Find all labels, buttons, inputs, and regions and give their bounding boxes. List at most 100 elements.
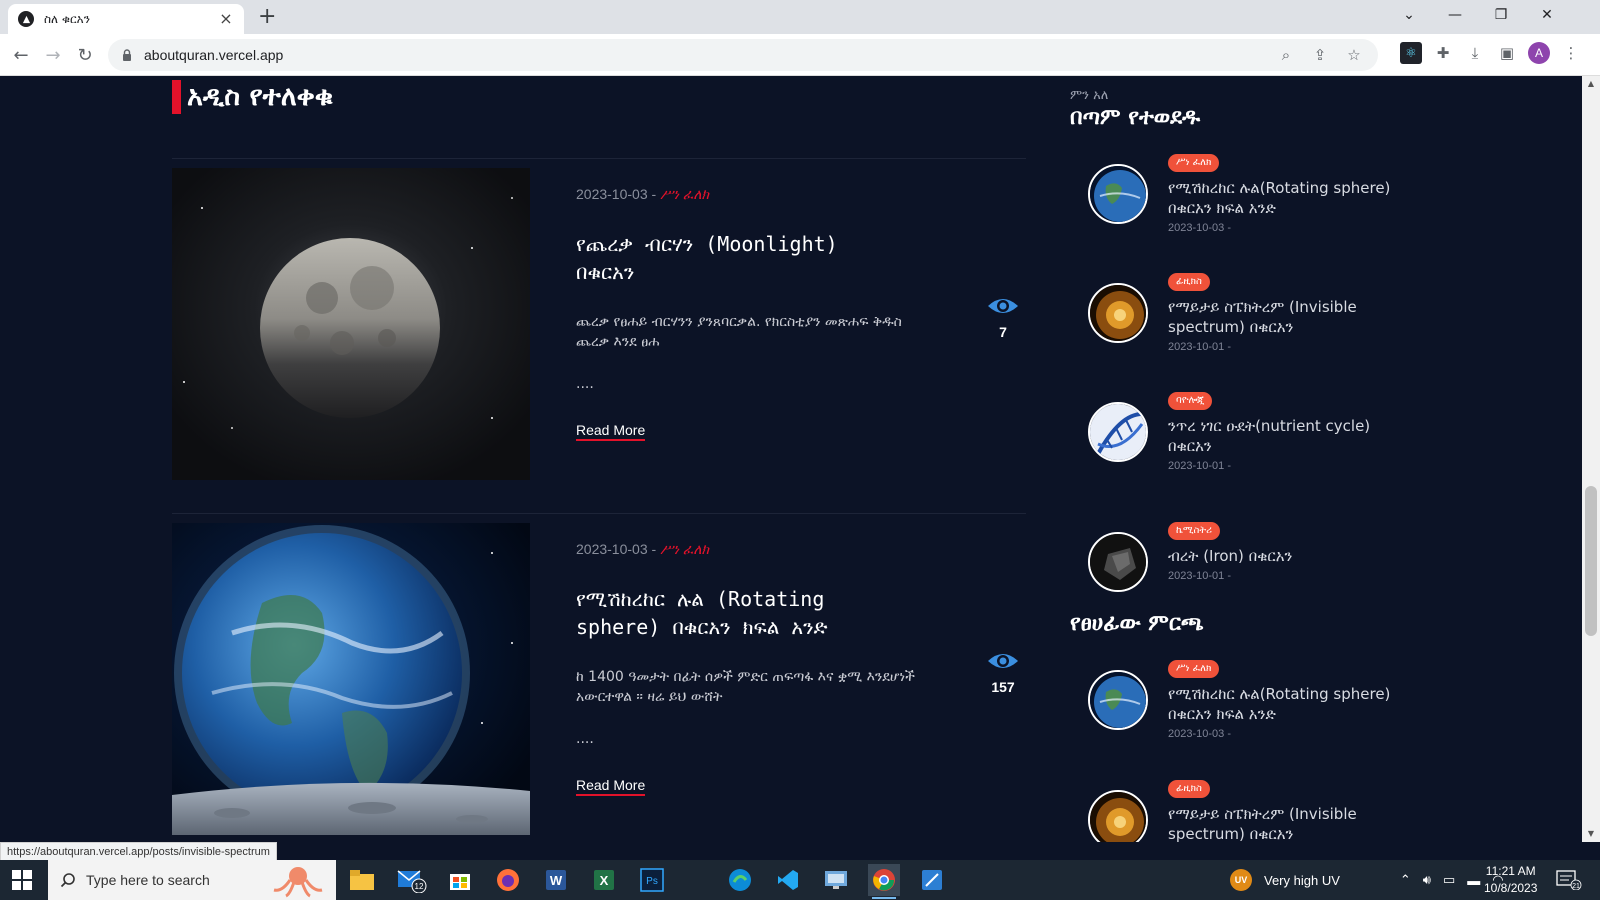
post-title[interactable]: የሚሽከረከር ሉል (Rotating sphere) በቁርአን ክፍል አ… (576, 585, 896, 641)
taskbar-clock[interactable]: 11:21 AM 10/8/2023 (1484, 863, 1537, 897)
sidebar-post-item[interactable]: ባዮሎጂ ንጥረ ነገር ዑደት(nutrient cycle) በቁርአን 2… (1088, 392, 1418, 476)
volume-icon[interactable]: 🔊︎ (1423, 872, 1431, 888)
clock-date: 10/8/2023 (1484, 881, 1538, 895)
category-badge[interactable]: ኬሚስትሪ (1168, 522, 1221, 540)
sidebar-post-item[interactable]: ሥነ ፈለክ የሚሽከረከር ሉል(Rotating sphere) በቁርአን… (1088, 154, 1418, 238)
post-category-link[interactable]: ሥነ ፈለክ (660, 186, 709, 202)
browser-toolbar: ← → ↻ aboutquran.vercel.app ⌕ ⇪ ☆ ⚛ ✚ ⤓ … (0, 34, 1600, 76)
sidebar-post-title[interactable]: የሚሽከረከር ሉል(Rotating sphere) በቁርአን ክፍል አን… (1168, 684, 1416, 724)
sidebar-post-date: 2023-10-03 - (1168, 222, 1231, 234)
post-excerpt: ጨረቃ የፀሐይ ብርሃንን ያንጸባርቃል. የክርስቲያን መጽሐፍ ቅዱስ… (576, 314, 902, 350)
firefox-icon[interactable] (492, 864, 524, 896)
post-date: 2023-10-03 (576, 541, 648, 557)
view-count-number: 157 (991, 679, 1015, 695)
extensions-puzzle-icon[interactable]: ✚ (1432, 42, 1454, 64)
scroll-down-arrow-icon[interactable]: ▼ (1582, 826, 1600, 842)
lock-icon (123, 49, 131, 61)
post-meta: 2023-10-03 - ሥነ ፈለክ (576, 541, 710, 557)
category-badge[interactable]: ባዮሎጂ (1168, 392, 1213, 410)
sidebar-post-item[interactable]: ሥነ ፈለክ የሚሽከረከር ሉል(Rotating sphere) በቁርአን… (1088, 660, 1418, 744)
divider (172, 158, 1026, 159)
search-icon (60, 873, 75, 888)
eye-icon (988, 299, 1018, 313)
snip-tool-icon[interactable] (916, 864, 948, 896)
category-badge[interactable]: ሥነ ፈለክ (1168, 660, 1220, 678)
windows-start-icon[interactable] (12, 870, 32, 890)
view-count: 157 (986, 651, 1020, 695)
download-icon[interactable]: ⤓ (1464, 42, 1486, 64)
tab-title: ስለ ቁርአን (44, 11, 91, 26)
post-category-link[interactable]: ሥነ ፈለክ (660, 541, 709, 557)
url-text: aboutquran.vercel.app (144, 47, 284, 63)
taskbar-search[interactable]: Type here to search (48, 860, 336, 900)
react-devtools-icon[interactable]: ⚛ (1400, 42, 1422, 64)
post-card: 2023-10-03 - ሥነ ፈለክ የጨረቃ ብርሃን (Moonlight… (172, 168, 1026, 480)
sidebar-post-item[interactable]: ኬሚስትሪ ብረት (Iron) በቁርአን 2023-10-01 - (1088, 522, 1418, 606)
eye-icon (988, 654, 1018, 668)
sidebar-post-date: 2023-10-03 - (1168, 728, 1231, 740)
edge-icon[interactable] (724, 864, 756, 896)
menu-kebab-icon[interactable]: ⋮ (1560, 42, 1582, 64)
windows-taskbar: Type here to search 12 W X Ps UV Very hi… (0, 860, 1600, 900)
browser-tab[interactable]: ስለ ቁርአን × (8, 4, 244, 34)
post-card: 2023-10-03 - ሥነ ፈለክ የሚሽከረከር ሉል (Rotating… (172, 523, 1026, 835)
store-icon[interactable] (444, 864, 476, 896)
sidebar-thumb-gold (1088, 790, 1148, 842)
bookmark-star-icon[interactable]: ☆ (1344, 45, 1364, 65)
meet-now-icon[interactable]: ▭ (1443, 872, 1455, 888)
word-icon[interactable]: W (540, 864, 572, 896)
zoom-icon[interactable]: ⌕ (1276, 45, 1296, 65)
read-more-link[interactable]: Read More (576, 422, 646, 441)
close-window-icon[interactable]: ✕ (1524, 0, 1570, 30)
mail-icon[interactable]: 12 (396, 864, 428, 896)
post-image-moon[interactable] (172, 168, 530, 480)
battery-icon[interactable]: ▬ (1467, 873, 1480, 888)
category-badge[interactable]: ሥነ ፈለክ (1168, 154, 1220, 172)
sidebar-post-item[interactable]: ፊዚክስ የማይታይ ስፔክትረም (Invisible spectrum) በ… (1088, 780, 1418, 842)
photoshop-icon[interactable]: Ps (636, 864, 668, 896)
profile-avatar[interactable]: A (1528, 42, 1550, 64)
reload-icon[interactable]: ↻ (72, 42, 98, 68)
sidebar-post-title[interactable]: ንጥረ ነገር ዑደት(nutrient cycle) በቁርአን (1168, 416, 1416, 456)
scroll-up-arrow-icon[interactable]: ▲ (1582, 76, 1600, 92)
svg-text:21: 21 (1572, 883, 1580, 890)
vscode-icon[interactable] (772, 864, 804, 896)
post-title[interactable]: የጨረቃ ብርሃን (Moonlight) በቁርአን (576, 230, 896, 286)
sidebar-post-item[interactable]: ፊዚክስ የማይታይ ስፔክትረም (Invisible spectrum) በ… (1088, 273, 1418, 357)
weather-uv-icon[interactable]: UV (1230, 869, 1252, 891)
category-badge[interactable]: ፊዚክስ (1168, 273, 1210, 291)
sidebar-post-title[interactable]: የሚሽከረከር ሉል(Rotating sphere) በቁርአን ክፍል አን… (1168, 178, 1416, 218)
site-favicon-icon (18, 11, 34, 27)
share-icon[interactable]: ⇪ (1310, 45, 1330, 65)
sidebar-post-title[interactable]: ብረት (Iron) በቁርአን (1168, 546, 1416, 566)
tab-search-icon[interactable]: ⌄ (1386, 0, 1432, 30)
sidebar-post-title[interactable]: የማይታይ ስፔክትረም (Invisible spectrum) በቁርአን (1168, 297, 1416, 337)
sidebar-post-title[interactable]: የማይታይ ስፔክትረም (Invisible spectrum) በቁርአን (1168, 804, 1416, 842)
tab-close-icon[interactable]: × (218, 11, 234, 27)
side-panel-icon[interactable]: ▣ (1496, 42, 1518, 64)
page-content: አዲስ የተለቀቁ 2023-10-03 - ሥነ ፈለክ የጨረቃ ብርሃን … (0, 76, 1582, 842)
post-image-earth[interactable] (172, 523, 530, 835)
forward-icon[interactable]: → (40, 42, 66, 68)
new-tab-icon[interactable]: + (258, 6, 276, 28)
back-icon[interactable]: ← (8, 42, 34, 68)
address-bar[interactable]: aboutquran.vercel.app ⌕ ⇪ ☆ (108, 39, 1378, 71)
weather-text[interactable]: Very high UV (1264, 873, 1340, 888)
file-explorer-icon[interactable] (346, 864, 378, 896)
tray-overflow-icon[interactable]: ⌃ (1400, 872, 1411, 888)
sidebar-post-date: 2023-10-01 - (1168, 341, 1231, 353)
read-more-link[interactable]: Read More (576, 777, 646, 796)
section-title: አዲስ የተለቀቁ (172, 80, 333, 114)
excel-icon[interactable]: X (588, 864, 620, 896)
svg-text:Ps: Ps (646, 876, 658, 887)
page-scrollbar[interactable]: ▲ ▼ (1582, 76, 1600, 842)
restore-icon[interactable]: ❐ (1478, 0, 1524, 30)
post-meta: 2023-10-03 - ሥነ ፈለክ (576, 186, 710, 202)
notifications-icon[interactable]: 21 (1556, 870, 1582, 891)
tab-strip: ስለ ቁርአን × + ⌄ — ❐ ✕ (0, 0, 1600, 34)
chrome-icon[interactable] (868, 864, 900, 899)
minimize-icon[interactable]: — (1432, 0, 1478, 30)
scroll-thumb[interactable] (1585, 486, 1597, 636)
display-app-icon[interactable] (820, 864, 852, 896)
category-badge[interactable]: ፊዚክስ (1168, 780, 1210, 798)
